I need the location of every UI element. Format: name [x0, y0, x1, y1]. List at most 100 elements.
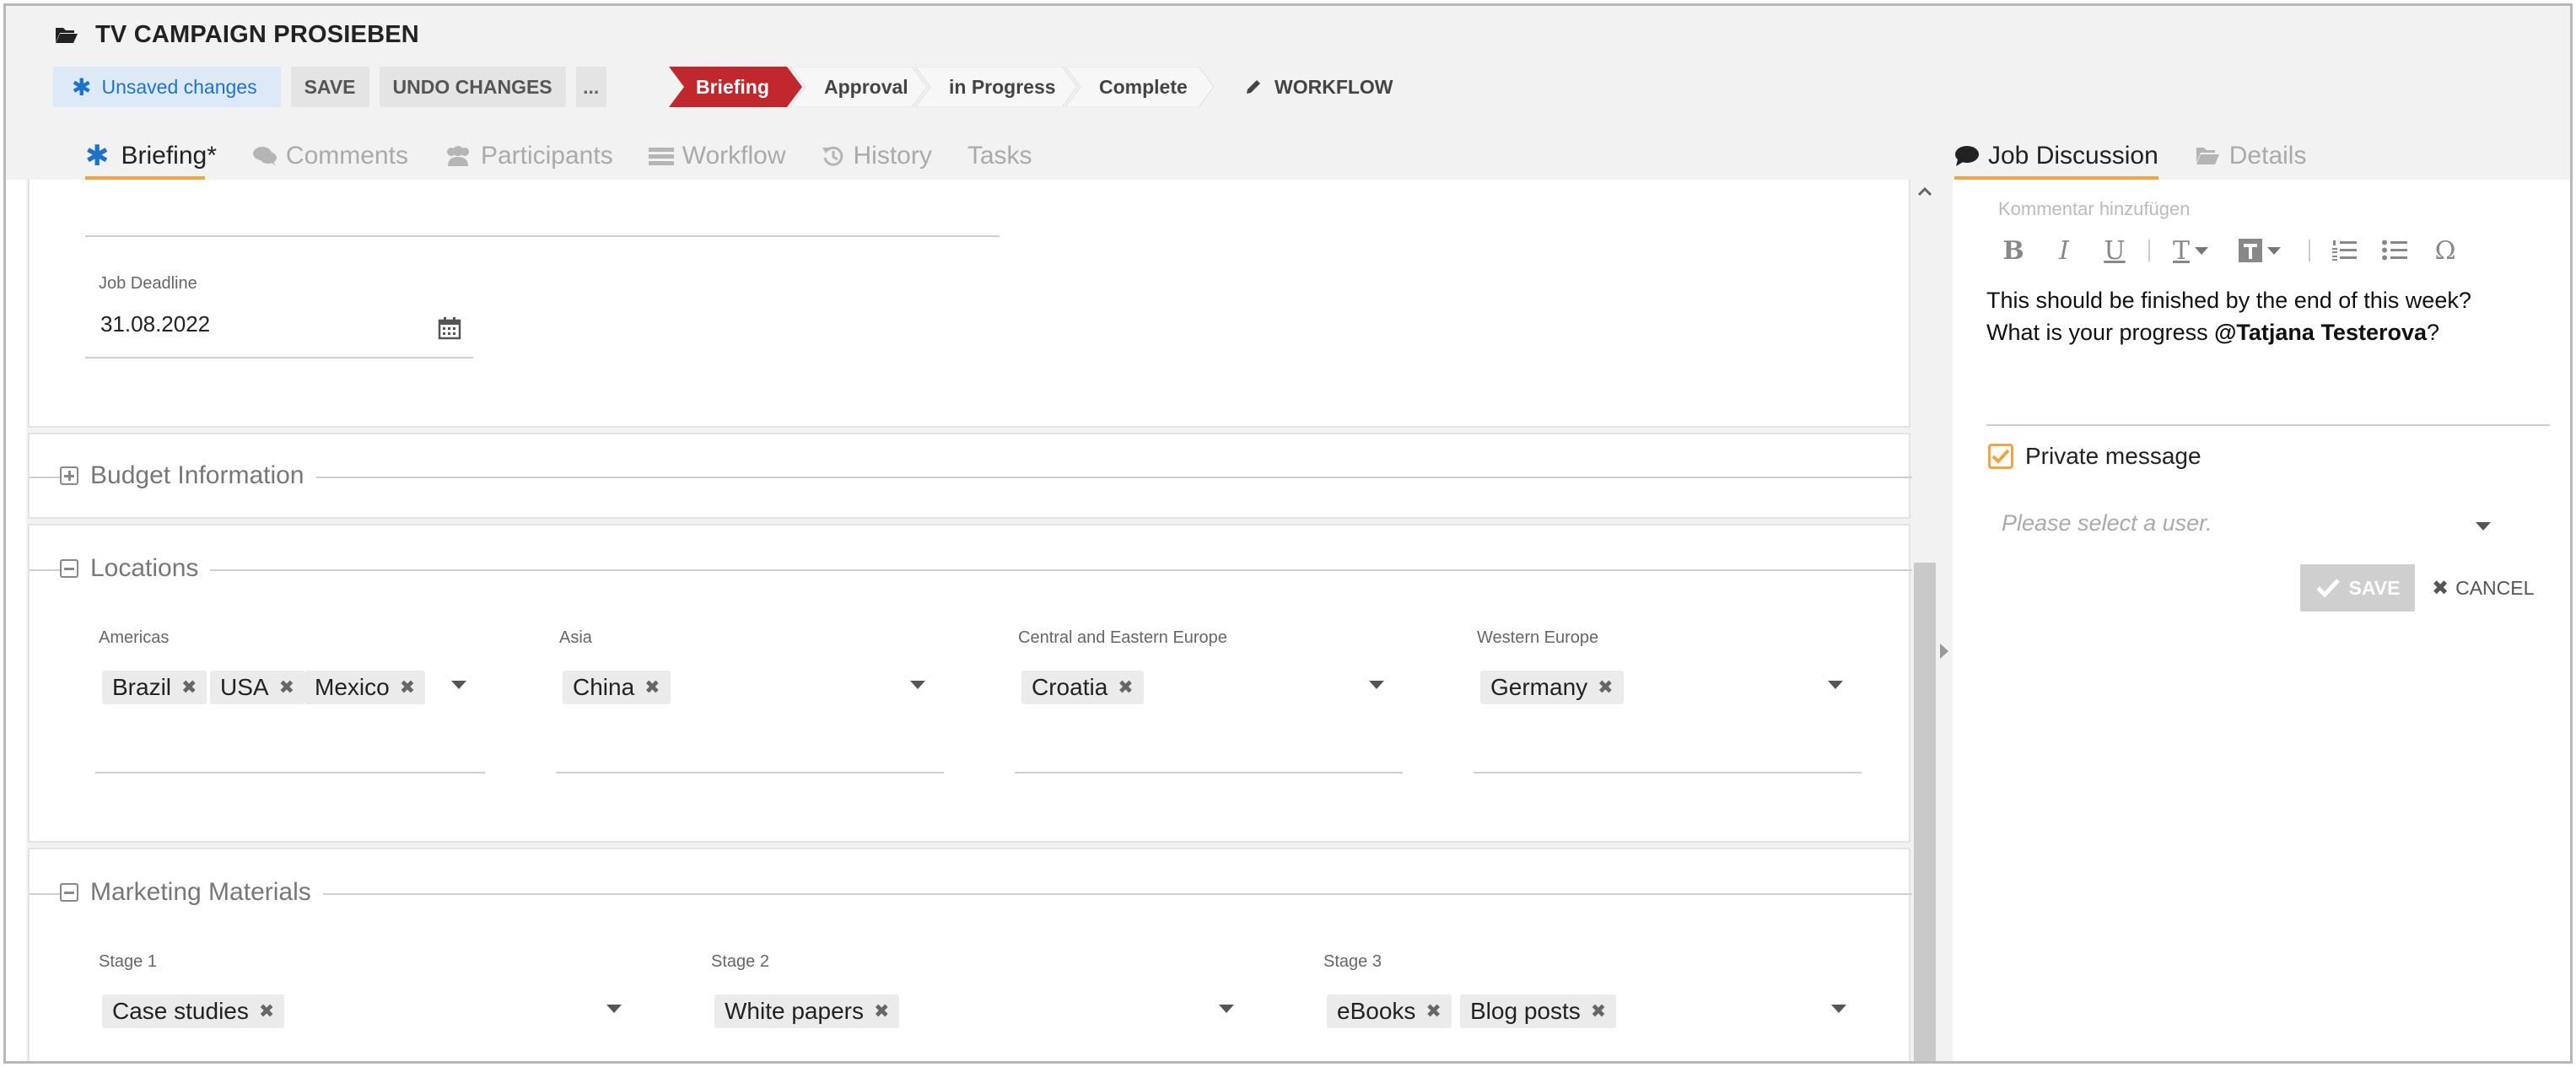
tab-participants[interactable]: Participants [444, 132, 613, 180]
tag-ebooks[interactable]: eBooks ✖ [1327, 994, 1452, 1028]
remove-tag-icon[interactable]: ✖ [644, 676, 660, 698]
tab-job-discussion[interactable]: Job Discussion [1954, 132, 2158, 180]
budget-section: Budget Information [28, 433, 1912, 519]
unsaved-changes-indicator[interactable]: ✱ Unsaved changes [53, 67, 281, 107]
tag-croatia[interactable]: Croatia ✖ [1021, 671, 1144, 704]
calendar-icon[interactable] [438, 316, 461, 340]
comment-save-button[interactable]: SAVE [2300, 564, 2415, 612]
remove-tag-icon[interactable]: ✖ [1118, 676, 1133, 698]
job-deadline-input[interactable]: 31.08.2022 [100, 311, 210, 337]
tab-details[interactable]: Details [2196, 132, 2306, 180]
tab-comments[interactable]: Comments [252, 132, 408, 180]
stage-2-dropdown-caret[interactable] [1219, 1005, 1234, 1013]
toolbar-separator [2148, 240, 2150, 261]
budget-section-toggle[interactable]: Budget Information [60, 461, 316, 490]
field-underline [85, 357, 473, 358]
remove-tag-icon[interactable]: ✖ [279, 676, 294, 698]
folder-open-icon [2196, 148, 2219, 164]
job-deadline-label: Job Deadline [99, 274, 197, 293]
user-select-caret[interactable] [2476, 522, 2491, 531]
italic-icon[interactable]: I [2047, 234, 2081, 267]
user-select[interactable]: Please select a user. [2002, 510, 2212, 536]
stage-1-dropdown-caret[interactable] [606, 1005, 622, 1013]
editor-underline [1986, 424, 2550, 426]
remove-tag-icon[interactable]: ✖ [181, 676, 197, 698]
field-underline [95, 772, 485, 773]
special-character-icon[interactable]: Ω [2428, 234, 2462, 267]
tag-mexico[interactable]: Mexico ✖ [304, 671, 426, 704]
stage-2-label: Stage 2 [711, 952, 769, 971]
private-message-toggle[interactable]: Private message [1988, 443, 2201, 470]
stage-briefing[interactable]: Briefing [669, 67, 802, 107]
central-eastern-europe-label: Central and Eastern Europe [1018, 628, 1227, 647]
americas-dropdown-caret[interactable] [451, 681, 466, 689]
checkmark-icon [1991, 449, 2010, 464]
tag-blog-posts[interactable]: Blog posts ✖ [1460, 994, 1617, 1028]
tag-white-papers[interactable]: White papers ✖ [714, 994, 900, 1028]
field-underline [556, 772, 944, 773]
tag-china[interactable]: China ✖ [563, 671, 671, 704]
more-actions-button[interactable]: ... [575, 67, 606, 107]
ordered-list-icon[interactable] [2327, 234, 2361, 267]
remove-tag-icon[interactable]: ✖ [259, 1000, 274, 1022]
bold-icon[interactable]: B [1997, 234, 2030, 267]
main-tabs: ✱ Briefing* Comments Participants Workfl… [85, 132, 1068, 180]
remove-tag-icon[interactable]: ✖ [874, 1000, 889, 1022]
stage-1-label: Stage 1 [99, 952, 157, 971]
message-line-1: This should be finished by the end of th… [1986, 288, 2471, 313]
marketing-section-toggle[interactable]: Marketing Materials [60, 878, 323, 907]
comment-cancel-button[interactable]: ✖ CANCEL [2432, 564, 2534, 612]
remove-tag-icon[interactable]: ✖ [1591, 1000, 1606, 1022]
scrollbar-thumb[interactable] [1914, 563, 1936, 1061]
stage-complete[interactable]: Complete [1065, 67, 1214, 107]
central-eastern-europe-dropdown-caret[interactable] [1369, 681, 1384, 689]
asterisk-icon: ✱ [85, 140, 110, 172]
locations-section-toggle[interactable]: Locations [60, 554, 211, 583]
workflow-stages: Briefing Approval in Progress Complete [669, 67, 1214, 107]
expand-right-icon[interactable] [1940, 644, 1948, 659]
chevron-down-icon [2195, 246, 2208, 255]
unordered-list-icon[interactable] [2378, 234, 2412, 267]
save-button[interactable]: SAVE [290, 67, 369, 107]
field-underline [1015, 772, 1403, 773]
text-color-icon[interactable]: T [2167, 234, 2214, 267]
western-europe-label: Western Europe [1477, 628, 1599, 647]
expand-icon [60, 466, 78, 485]
comment-editor[interactable]: This should be finished by the end of th… [1986, 284, 2543, 348]
comment-icon [1955, 146, 1979, 166]
text-format-icon[interactable] [2236, 234, 2283, 267]
header: TV CAMPAIGN PROSIEBEN ✱ Unsaved changes … [6, 6, 2570, 180]
tab-tasks[interactable]: Tasks [967, 132, 1032, 180]
comment-placeholder: Kommentar hinzufügen [1998, 198, 2191, 219]
private-message-checkbox[interactable] [1988, 444, 2013, 469]
tag-case-studies[interactable]: Case studies ✖ [102, 994, 285, 1028]
tab-history[interactable]: History [822, 132, 932, 180]
western-europe-dropdown-caret[interactable] [1828, 681, 1843, 689]
remove-tag-icon[interactable]: ✖ [1425, 1000, 1441, 1022]
asia-dropdown-caret[interactable] [910, 681, 925, 689]
stage-in-progress[interactable]: in Progress [915, 67, 1077, 107]
undo-changes-button[interactable]: UNDO CHANGES [379, 67, 566, 107]
workflow-button[interactable]: WORKFLOW [1244, 67, 1393, 107]
tag-brazil[interactable]: Brazil ✖ [102, 671, 207, 704]
remove-tag-icon[interactable]: ✖ [400, 676, 415, 698]
fieldset-border [30, 569, 1912, 571]
user-mention[interactable]: @Tatjana Testerova [2214, 320, 2427, 345]
tag-usa[interactable]: USA ✖ [210, 671, 305, 704]
message-line-2: What is your progress @Tatjana Testerova… [1986, 320, 2440, 345]
right-tabs: Job Discussion Details [1954, 132, 2343, 180]
tab-briefing[interactable]: ✱ Briefing* [85, 132, 217, 180]
general-card: Job Deadline 31.08.2022 [28, 180, 1910, 428]
panel-splitter[interactable] [1937, 180, 1953, 1061]
tag-germany[interactable]: Germany ✖ [1480, 671, 1624, 704]
tab-workflow[interactable]: Workflow [648, 132, 786, 180]
remove-tag-icon[interactable]: ✖ [1598, 676, 1613, 698]
private-message-label: Private message [2025, 443, 2201, 469]
underline-icon[interactable]: U [2098, 234, 2131, 267]
collapse-icon [60, 559, 78, 578]
pencil-icon [1247, 80, 1260, 94]
briefing-form: Job Deadline 31.08.2022 Budget Informati… [26, 180, 1912, 1061]
stage-3-dropdown-caret[interactable] [1831, 1005, 1846, 1013]
stage-approval[interactable]: Approval [790, 67, 927, 107]
scroll-up-icon[interactable] [1917, 186, 1932, 197]
